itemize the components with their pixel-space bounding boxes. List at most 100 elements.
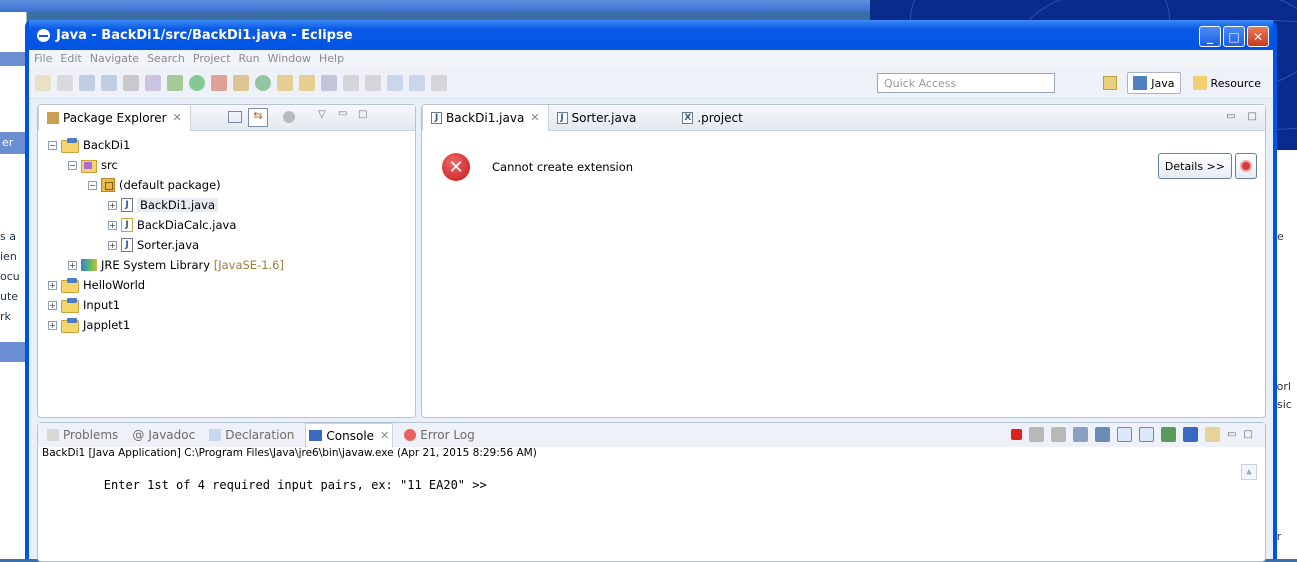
menu-edit[interactable]: Edit bbox=[60, 52, 81, 65]
new-icon[interactable] bbox=[35, 74, 51, 91]
tree-node-default-package[interactable]: − (default package) bbox=[42, 175, 415, 195]
remove-launch-icon[interactable] bbox=[1029, 427, 1045, 442]
maximize-view-icon[interactable]: □ bbox=[1244, 429, 1253, 440]
debug-icon[interactable] bbox=[167, 74, 183, 91]
focus-task-icon[interactable] bbox=[283, 111, 295, 123]
close-icon[interactable]: ✕ bbox=[530, 111, 539, 124]
new-dropdown-icon[interactable] bbox=[57, 74, 73, 91]
link-with-editor-icon[interactable]: ⇆ bbox=[248, 108, 268, 127]
console-toolbar: ▭ □ bbox=[1011, 427, 1253, 442]
editor-view-controls: ▭ □ bbox=[1226, 111, 1257, 122]
display-console-icon[interactable] bbox=[1183, 427, 1199, 442]
tree-node-src[interactable]: − src bbox=[42, 155, 415, 175]
tab-error-log[interactable]: Error Log bbox=[401, 423, 478, 447]
minimize-button[interactable]: _ bbox=[1199, 26, 1221, 47]
package-tree: − BackDi1 − src − (default package) + J bbox=[38, 131, 415, 335]
maximize-view-icon[interactable]: □ bbox=[1248, 111, 1257, 122]
run-icon[interactable] bbox=[189, 74, 205, 91]
open-perspective-icon[interactable] bbox=[1103, 76, 1118, 90]
clear-console-icon[interactable] bbox=[1073, 427, 1089, 442]
search-icon[interactable] bbox=[321, 74, 337, 91]
scroll-lock-icon[interactable] bbox=[1095, 427, 1111, 442]
open-console-icon[interactable] bbox=[1205, 427, 1221, 442]
menu-project[interactable]: Project bbox=[193, 52, 231, 65]
expand-icon[interactable]: + bbox=[108, 240, 117, 250]
menu-help[interactable]: Help bbox=[319, 52, 344, 65]
annotation-icon[interactable] bbox=[343, 74, 359, 91]
minimize-view-icon[interactable]: ▭ bbox=[1226, 111, 1235, 122]
maximize-button[interactable]: □ bbox=[1223, 26, 1245, 47]
new-class-icon[interactable] bbox=[255, 74, 271, 91]
tab-backdi1-java[interactable]: J BackDi1.java ✕ bbox=[422, 104, 549, 131]
forward-icon[interactable] bbox=[409, 74, 425, 91]
skip-breakpoints-icon[interactable] bbox=[145, 74, 161, 91]
minimize-view-icon[interactable]: ▭ bbox=[1227, 429, 1236, 440]
menu-navigate[interactable]: Navigate bbox=[90, 52, 139, 65]
close-icon[interactable]: ✕ bbox=[380, 429, 389, 442]
last-edit-icon[interactable] bbox=[365, 74, 381, 91]
view-menu-icon[interactable]: ▽ bbox=[318, 109, 326, 120]
background-window-titlebar bbox=[0, 0, 880, 12]
tab-project[interactable]: X .project bbox=[674, 105, 750, 131]
pin-console-icon[interactable] bbox=[1161, 427, 1177, 442]
show-on-stdout-icon[interactable] bbox=[1117, 427, 1133, 442]
scroll-up-button[interactable]: ▲ bbox=[1241, 464, 1257, 480]
java-perspective-icon bbox=[37, 28, 50, 42]
tab-console[interactable]: Console ✕ bbox=[305, 423, 394, 447]
tab-sorter-java[interactable]: J Sorter.java bbox=[549, 105, 645, 131]
minimize-view-icon[interactable]: ▭ bbox=[338, 108, 347, 119]
title-bar[interactable]: Java - BackDi1/src/BackDi1.java - Eclips… bbox=[29, 20, 1273, 50]
menu-search[interactable]: Search bbox=[147, 52, 185, 65]
resource-perspective-button[interactable]: Resource bbox=[1187, 72, 1267, 94]
menu-run[interactable]: Run bbox=[239, 52, 260, 65]
external-tools-icon[interactable] bbox=[211, 74, 227, 91]
terminate-icon[interactable] bbox=[1011, 429, 1023, 440]
java-perspective-button[interactable]: Java bbox=[1127, 72, 1181, 94]
quick-access-input[interactable]: Quick Access bbox=[877, 73, 1055, 93]
collapse-all-icon[interactable] bbox=[228, 111, 242, 123]
java-file-icon: J bbox=[121, 218, 133, 232]
print-icon[interactable] bbox=[123, 74, 139, 91]
tree-label: BackDi1.java bbox=[137, 198, 219, 212]
tab-problems[interactable]: Problems bbox=[44, 423, 121, 447]
expand-icon[interactable]: + bbox=[68, 260, 77, 270]
open-type-icon[interactable] bbox=[277, 74, 293, 91]
back-icon[interactable] bbox=[387, 74, 403, 91]
tab-javadoc[interactable]: @ Javadoc bbox=[129, 423, 198, 447]
expand-icon[interactable]: + bbox=[108, 200, 117, 210]
close-icon[interactable]: ✕ bbox=[173, 111, 182, 124]
tree-node-backdi1-java[interactable]: + J BackDi1.java bbox=[42, 195, 415, 215]
open-task-icon[interactable] bbox=[299, 74, 315, 91]
tree-label: (default package) bbox=[119, 178, 221, 192]
tab-declaration[interactable]: Declaration bbox=[206, 423, 297, 447]
save-all-icon[interactable] bbox=[101, 74, 117, 91]
tree-label: Japplet1 bbox=[83, 318, 131, 332]
collapse-icon[interactable]: − bbox=[48, 140, 57, 150]
tab-package-explorer[interactable]: Package Explorer ✕ bbox=[38, 104, 191, 131]
tree-node-sorter-java[interactable]: + J Sorter.java bbox=[42, 235, 415, 255]
expand-icon[interactable]: + bbox=[48, 280, 57, 290]
remove-all-icon[interactable] bbox=[1051, 427, 1067, 442]
maximize-view-icon[interactable]: □ bbox=[358, 109, 367, 120]
tree-node-jre-library[interactable]: + JRE System Library [JavaSE-1.6] bbox=[42, 255, 415, 275]
pin-editor-icon[interactable] bbox=[431, 74, 447, 91]
open-error-log-button[interactable] bbox=[1235, 153, 1257, 179]
tree-node-backdiacalc-java[interactable]: + J BackDiaCalc.java bbox=[42, 215, 415, 235]
expand-icon[interactable]: + bbox=[48, 300, 57, 310]
save-icon[interactable] bbox=[79, 74, 95, 91]
expand-icon[interactable]: + bbox=[108, 220, 117, 230]
tree-node-helloworld[interactable]: + HelloWorld bbox=[42, 275, 415, 295]
tree-node-input1[interactable]: + Input1 bbox=[42, 295, 415, 315]
menu-window[interactable]: Window bbox=[268, 52, 311, 65]
collapse-icon[interactable]: − bbox=[88, 180, 97, 190]
new-java-project-icon[interactable] bbox=[233, 74, 249, 91]
expand-icon[interactable]: + bbox=[48, 320, 57, 330]
tree-node-backdi1[interactable]: − BackDi1 bbox=[42, 135, 415, 155]
close-button[interactable]: ✕ bbox=[1247, 26, 1269, 47]
collapse-icon[interactable]: − bbox=[68, 160, 77, 170]
tree-node-japplet1[interactable]: + Japplet1 bbox=[42, 315, 415, 335]
details-button[interactable]: Details >> bbox=[1157, 153, 1232, 179]
show-on-stderr-icon[interactable] bbox=[1139, 427, 1155, 442]
menu-file[interactable]: File bbox=[34, 52, 52, 65]
console-output[interactable]: Enter 1st of 4 required input pairs, ex:… bbox=[38, 462, 1265, 522]
